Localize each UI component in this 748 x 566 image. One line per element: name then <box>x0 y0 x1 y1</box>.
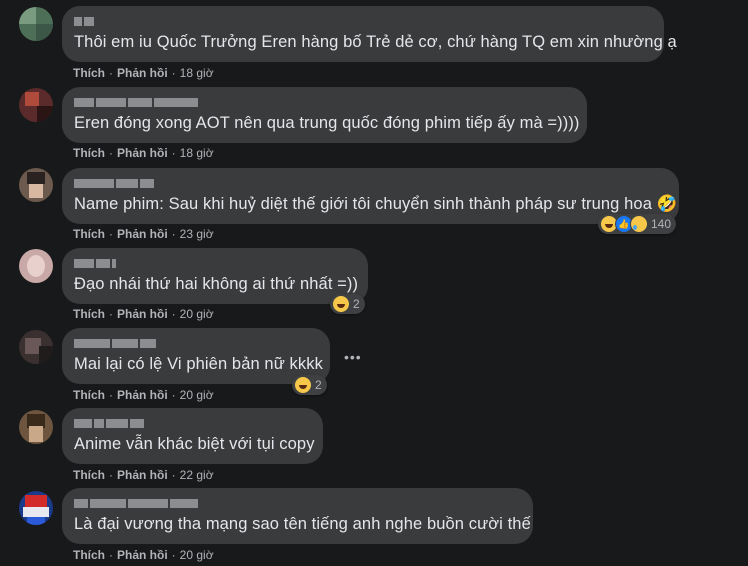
like-button[interactable]: Thích <box>73 227 105 241</box>
author-name-blurred[interactable] <box>74 177 154 189</box>
author-name-blurred[interactable] <box>74 337 156 349</box>
reply-button[interactable]: Phản hồi <box>117 548 168 562</box>
avatar[interactable] <box>19 491 53 525</box>
author-name-blurred[interactable] <box>74 417 144 429</box>
timestamp[interactable]: 20 giờ <box>180 388 214 402</box>
comment-text: Mai lại có lệ Vi phiên bản nữ kkkk <box>74 355 323 373</box>
comment-actions: Thích · Phản hồi · 18 giờ <box>73 146 214 160</box>
timestamp[interactable]: 18 giờ <box>180 66 214 80</box>
comment-bubble: Mai lại có lệ Vi phiên bản nữ kkkk <box>62 328 330 384</box>
reaction-summary[interactable]: 2 <box>292 375 327 395</box>
reply-button[interactable]: Phản hồi <box>117 146 168 160</box>
timestamp[interactable]: 23 giờ <box>180 227 214 241</box>
comment-actions: Thích · Phản hồi · 23 giờ <box>73 227 214 241</box>
comment-actions: Thích · Phản hồi · 20 giờ <box>73 307 214 321</box>
reply-button[interactable]: Phản hồi <box>117 388 168 402</box>
avatar[interactable] <box>19 7 53 41</box>
comment-bubble: Anime vẫn khác biệt với tụi copy <box>62 408 323 464</box>
comment-actions: Thích · Phản hồi · 20 giờ <box>73 388 214 402</box>
reaction-summary[interactable]: 2 <box>330 294 365 314</box>
reply-button[interactable]: Phản hồi <box>117 468 168 482</box>
more-horizontal-icon[interactable]: ••• <box>344 349 362 365</box>
comment-text: Thôi em iu Quốc Trưởng Eren hàng bố Trẻ … <box>74 33 677 51</box>
comment-text: Eren đóng xong AOT nên qua trung quốc đó… <box>74 114 580 132</box>
haha-icon <box>332 295 350 313</box>
comment-actions: Thích · Phản hồi · 18 giờ <box>73 66 214 80</box>
like-button[interactable]: Thích <box>73 468 105 482</box>
author-name-blurred[interactable] <box>74 497 198 509</box>
comment-text: Anime vẫn khác biệt với tụi copy <box>74 435 315 453</box>
reply-button[interactable]: Phản hồi <box>117 66 168 80</box>
comment-bubble: Là đại vương tha mạng sao tên tiếng anh … <box>62 488 533 544</box>
timestamp[interactable]: 20 giờ <box>180 307 214 321</box>
comment-bubble: Đạo nhái thứ hai không ai thứ nhất =)) <box>62 248 368 304</box>
comment-bubble: Eren đóng xong AOT nên qua trung quốc đó… <box>62 87 587 143</box>
avatar[interactable] <box>19 330 53 364</box>
comment-actions: Thích · Phản hồi · 20 giờ <box>73 548 214 562</box>
avatar[interactable] <box>19 410 53 444</box>
avatar[interactable] <box>19 249 53 283</box>
timestamp[interactable]: 22 giờ <box>180 468 214 482</box>
haha-icon <box>294 376 312 394</box>
sad-icon <box>630 215 648 233</box>
timestamp[interactable]: 20 giờ <box>180 548 214 562</box>
comment-actions: Thích · Phản hồi · 22 giờ <box>73 468 214 482</box>
comment-bubble: Name phim: Sau khi huỷ diệt thế giới tôi… <box>62 168 679 224</box>
like-button[interactable]: Thích <box>73 307 105 321</box>
avatar[interactable] <box>19 168 53 202</box>
author-name-blurred[interactable] <box>74 96 198 108</box>
reaction-summary[interactable]: 👍 140 <box>598 214 677 234</box>
reaction-count: 2 <box>315 378 322 392</box>
comment-text: Name phim: Sau khi huỷ diệt thế giới tôi… <box>74 195 678 213</box>
timestamp[interactable]: 18 giờ <box>180 146 214 160</box>
comment-bubble: Thôi em iu Quốc Trưởng Eren hàng bố Trẻ … <box>62 6 677 62</box>
comment-text: Đạo nhái thứ hai không ai thứ nhất =)) <box>74 275 359 293</box>
comment-text: Là đại vương tha mạng sao tên tiếng anh … <box>74 515 531 533</box>
avatar[interactable] <box>19 88 53 122</box>
reply-button[interactable]: Phản hồi <box>117 227 168 241</box>
reaction-count: 140 <box>651 217 672 231</box>
like-button[interactable]: Thích <box>73 146 105 160</box>
like-button[interactable]: Thích <box>73 548 105 562</box>
author-name-blurred[interactable] <box>74 15 94 27</box>
reply-button[interactable]: Phản hồi <box>117 307 168 321</box>
reaction-count: 2 <box>353 297 360 311</box>
like-button[interactable]: Thích <box>73 66 105 80</box>
like-button[interactable]: Thích <box>73 388 105 402</box>
author-name-blurred[interactable] <box>74 257 116 269</box>
